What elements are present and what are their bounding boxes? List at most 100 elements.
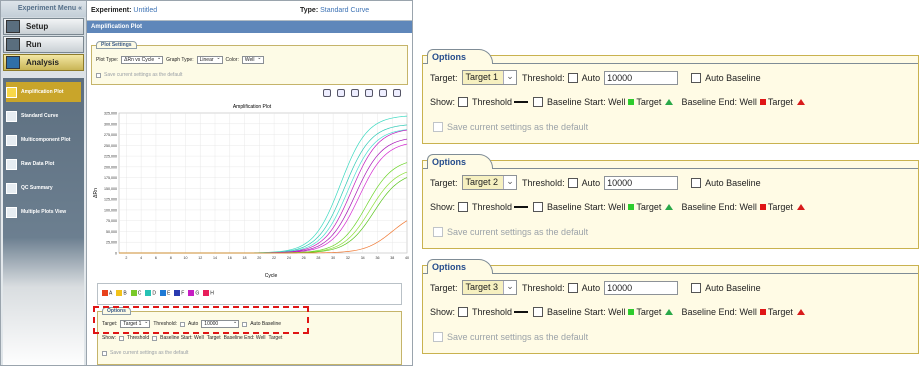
options-row-show: Show: Threshold Baseline Start: Well Tar… [430, 97, 807, 107]
options-panel-target-1: Options Target: Target 1 ⌄ Threshold: Aut… [422, 49, 919, 144]
sidebar-item-amplification-plot[interactable]: Amplification Plot [6, 82, 81, 102]
show-baseline-checkbox[interactable] [533, 307, 544, 317]
x-tick-label: 14 [213, 256, 217, 260]
run-button[interactable]: Run [3, 36, 84, 53]
x-tick-label: 22 [272, 256, 276, 260]
well-start-marker-icon [628, 309, 635, 315]
chart-title: Amplification Plot [233, 104, 272, 110]
sidebar-item-standard-curve[interactable]: Standard Curve [6, 106, 81, 126]
sidebar-item-label: Amplification Plot [21, 89, 64, 95]
baseline-end-label: Baseline End: Well [681, 202, 757, 212]
save-default-label: Save current settings as the default [447, 227, 589, 237]
threshold-input[interactable]: 10000 [604, 70, 679, 85]
setup-icon [6, 20, 20, 33]
auto-threshold-checkbox[interactable] [567, 72, 578, 83]
auto-baseline-checkbox[interactable] [691, 72, 702, 83]
auto-baseline-checkbox[interactable] [691, 177, 702, 188]
show-baseline-checkbox[interactable] [533, 97, 544, 107]
sidebar-item-multicomponent-plot[interactable]: Multicomponent Plot [6, 130, 81, 150]
baseline-end-label: Baseline End: Well [681, 307, 757, 317]
threshold-show-label: Threshold [126, 335, 150, 341]
target-select[interactable]: Target 1 ⌄ [461, 70, 518, 85]
print-icon[interactable] [351, 89, 359, 97]
legend-item[interactable]: B [116, 290, 127, 297]
sidebar-item-raw-data-plot[interactable]: Raw Data Plot [6, 154, 81, 174]
save-default-checkbox[interactable] [96, 72, 101, 78]
save-default-checkbox[interactable] [433, 122, 443, 132]
auto-threshold-checkbox[interactable] [567, 282, 578, 293]
chevron-down-icon[interactable]: ⌄ [503, 281, 517, 294]
options-tab: Options [427, 154, 493, 169]
legend-item[interactable]: G [188, 290, 199, 296]
sidebar-item-qc-summary[interactable]: QC Summary [6, 178, 81, 198]
legend-label: E [166, 290, 171, 297]
target-start-label: Target [636, 307, 662, 317]
experiment-menu-title[interactable]: Experiment Menu « [1, 1, 86, 17]
y-tick-label: 125,000 [104, 198, 117, 202]
options-row-show: Show: Threshold Baseline Start: Well Tar… [430, 307, 807, 317]
legend-label: B [123, 290, 127, 297]
auto-label: Auto [581, 282, 601, 293]
save-default-checkbox[interactable] [433, 332, 443, 342]
y-tick-label: 150,000 [104, 187, 117, 191]
options-row-show: Show: Threshold Baseline Start: Well Tar… [430, 202, 807, 212]
zoom-out-icon[interactable] [337, 89, 345, 97]
legend-swatch [203, 290, 210, 296]
threshold-line-icon [514, 206, 529, 208]
save-default-checkbox[interactable] [433, 227, 443, 237]
auto-threshold-checkbox[interactable] [567, 177, 578, 188]
show-threshold-checkbox[interactable] [458, 97, 469, 107]
auto-baseline-label: Auto Baseline [705, 177, 761, 188]
legend-item[interactable]: E [159, 290, 171, 297]
auto-baseline-checkbox[interactable] [691, 282, 702, 293]
show-threshold-checkbox[interactable] [458, 307, 469, 317]
y-tick-label: 325,000 [104, 112, 117, 116]
legend-item[interactable]: H [203, 290, 214, 296]
x-tick-label: 38 [390, 256, 394, 260]
legend-item[interactable]: D [145, 290, 156, 296]
threshold-input[interactable]: 10000 [604, 175, 679, 190]
sidebar-item-label: Multiple Plots View [21, 209, 67, 215]
color-select[interactable]: Well [241, 55, 264, 64]
setup-button[interactable]: Setup [3, 18, 84, 35]
baseline-start-label: Baseline Start: Well [547, 307, 626, 317]
export-icon[interactable] [379, 89, 387, 97]
threshold-line-icon [514, 311, 529, 313]
threshold-input[interactable]: 10000 [604, 280, 679, 295]
options-divider [423, 168, 918, 169]
baseline-end-label: Baseline End: Well [223, 335, 266, 341]
target-select[interactable]: Target 2 ⌄ [461, 175, 518, 190]
legend-item[interactable]: A [102, 290, 112, 296]
experiment-menu: Experiment Menu « Setup Run Analysis Amp… [1, 1, 87, 365]
auto-baseline-label: Auto Baseline [705, 282, 761, 293]
chevron-down-icon[interactable]: ⌄ [503, 176, 517, 189]
experiment-type: Type: Standard Curve [300, 1, 369, 21]
run-icon [6, 38, 20, 51]
analysis-label: Analysis [26, 58, 59, 67]
legend-item[interactable]: F [174, 290, 184, 296]
baseline-start-checkbox-small[interactable] [152, 335, 158, 341]
y-tick-label: 250,000 [104, 144, 117, 148]
zoom-in-icon[interactable] [323, 89, 331, 97]
target-end-triangle-icon [796, 99, 805, 105]
target-select[interactable]: Target 3 ⌄ [461, 280, 518, 295]
chevron-down-icon[interactable]: ⌄ [503, 71, 517, 84]
analysis-button[interactable]: Analysis [3, 54, 84, 71]
graph-type-select[interactable]: Linear [196, 55, 223, 64]
plot-type-select[interactable]: ΔRn vs Cycle [121, 55, 164, 64]
show-label: Show: [102, 335, 116, 341]
show-label: Show: [430, 97, 456, 107]
copy-icon[interactable] [365, 89, 373, 97]
x-axis-label: Cycle [265, 273, 278, 279]
save-default-checkbox-small[interactable] [102, 350, 107, 356]
threshold-show-checkbox-small[interactable] [118, 335, 124, 341]
settings-icon[interactable] [393, 89, 401, 97]
target-end-label: Target [767, 97, 793, 107]
sidebar-item-multiple-plots-view[interactable]: Multiple Plots View [6, 202, 81, 222]
legend-swatch [102, 290, 108, 296]
target-select-value: Target 2 [465, 177, 499, 187]
plot-settings-row: Plot Type: ΔRn vs Cycle Graph Type: Line… [96, 55, 264, 64]
show-threshold-checkbox[interactable] [458, 202, 469, 212]
show-baseline-checkbox[interactable] [533, 202, 544, 212]
legend-item[interactable]: C [130, 290, 141, 296]
